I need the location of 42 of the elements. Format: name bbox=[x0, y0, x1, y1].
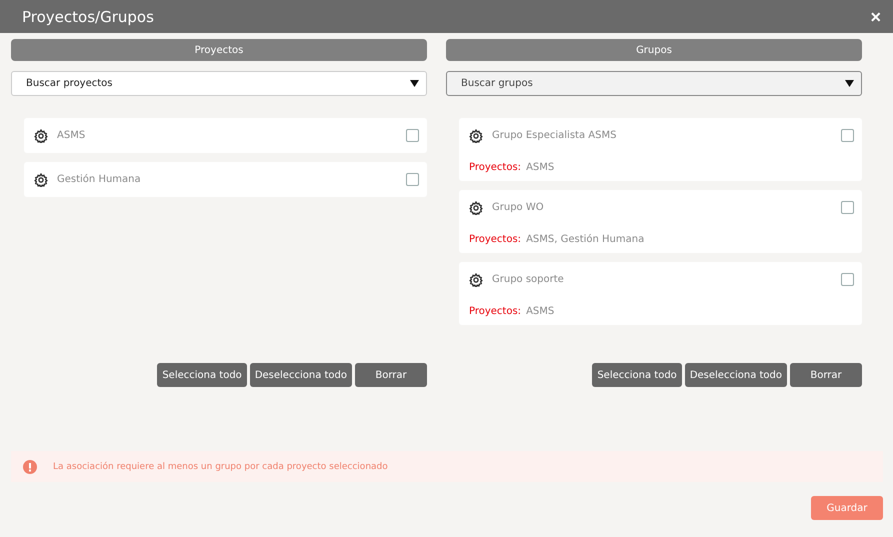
list-item[interactable]: Grupo soporte Proyectos: ASMS bbox=[459, 262, 862, 325]
projects-label: Proyectos: bbox=[469, 234, 522, 245]
close-button[interactable]: × bbox=[868, 8, 883, 26]
settings-icon[interactable] bbox=[469, 200, 483, 214]
list-item[interactable]: Gestión Humana bbox=[24, 162, 427, 197]
item-name: Gestión Humana bbox=[57, 174, 142, 185]
action-button[interactable]: Selecciona todo bbox=[157, 363, 247, 387]
item-name: ASMS bbox=[57, 130, 86, 141]
checkbox[interactable] bbox=[841, 201, 854, 214]
settings-icon[interactable] bbox=[469, 272, 483, 286]
search-dropdown[interactable]: Buscar grupos bbox=[446, 71, 862, 96]
action-button[interactable]: Borrar bbox=[355, 363, 427, 387]
window-title: Proyectos/Grupos bbox=[22, 8, 154, 26]
warning-icon bbox=[23, 460, 37, 474]
list-item[interactable]: Grupo Especialista ASMS Proyectos: ASMS bbox=[459, 118, 862, 181]
caret-icon bbox=[410, 80, 419, 87]
settings-icon[interactable] bbox=[469, 128, 483, 142]
settings-icon[interactable] bbox=[34, 128, 48, 142]
action-button[interactable]: Deselecciona todo bbox=[250, 363, 352, 387]
action-button[interactable]: Selecciona todo bbox=[592, 363, 682, 387]
settings-icon[interactable] bbox=[34, 172, 48, 186]
list-item[interactable]: ASMS bbox=[24, 118, 427, 153]
projects-value: ASMS, Gestión Humana bbox=[526, 234, 644, 245]
action-button[interactable]: Deselecciona todo bbox=[684, 363, 787, 387]
item-name: Grupo WO bbox=[492, 202, 545, 213]
list-item[interactable]: Grupo WO Proyectos: ASMS, Gestión Humana bbox=[459, 190, 862, 253]
checkbox[interactable] bbox=[406, 173, 419, 186]
column-header: Grupos bbox=[446, 39, 862, 61]
search-dropdown[interactable]: Buscar proyectos bbox=[11, 71, 427, 96]
projects-value: ASMS bbox=[526, 162, 554, 173]
caret-icon bbox=[845, 80, 854, 87]
checkbox[interactable] bbox=[841, 273, 854, 286]
projects-label: Proyectos: bbox=[469, 306, 522, 317]
column-header: Proyectos bbox=[11, 39, 427, 61]
projects-value: ASMS bbox=[526, 306, 554, 317]
checkbox[interactable] bbox=[841, 129, 854, 142]
item-name: Grupo Especialista ASMS bbox=[492, 130, 618, 141]
action-button[interactable]: Borrar bbox=[790, 363, 862, 387]
projects-label: Proyectos: bbox=[469, 162, 522, 173]
alert-message: La asociación requiere al menos un grupo por cada proyecto seleccionado bbox=[53, 462, 388, 472]
checkbox[interactable] bbox=[406, 129, 419, 142]
item-name: Grupo soporte bbox=[492, 274, 565, 285]
